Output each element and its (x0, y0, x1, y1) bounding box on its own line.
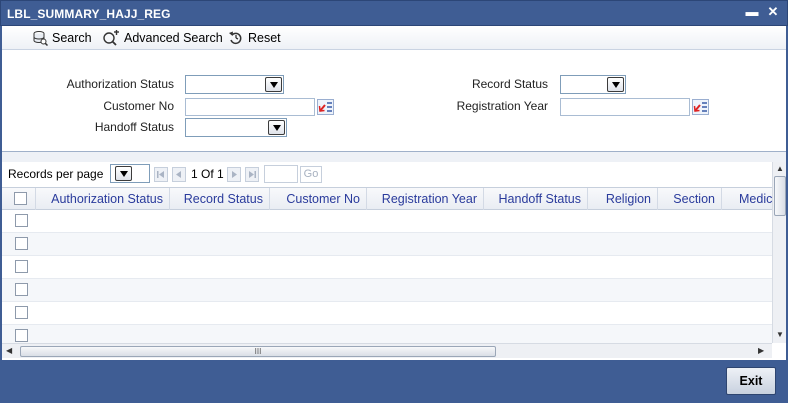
column-header[interactable]: Authorization Status (36, 188, 170, 210)
chevron-down-icon (607, 77, 624, 92)
column-header[interactable]: Customer No (270, 188, 367, 210)
next-page-button[interactable] (227, 167, 241, 182)
first-page-button[interactable] (154, 167, 168, 182)
close-button[interactable]: ✕ (765, 4, 781, 20)
grid-header: Authorization Status Record Status Custo… (2, 188, 772, 210)
records-per-page-label: Records per page (8, 167, 104, 181)
advanced-search-label: Advanced Search (124, 31, 223, 45)
row-checkbox[interactable] (15, 283, 28, 296)
toolbar: Search Advanced Search Reset (2, 26, 786, 50)
scroll-left-icon[interactable]: ◀ (6, 346, 12, 355)
first-page-icon (157, 171, 164, 178)
search-button[interactable]: Search (32, 29, 92, 47)
column-header[interactable]: Medic (722, 188, 772, 210)
scroll-down-icon[interactable]: ▼ (776, 330, 784, 339)
column-header[interactable]: Record Status (170, 188, 270, 210)
column-header[interactable]: Religion (588, 188, 658, 210)
reset-button[interactable]: Reset (228, 29, 281, 47)
chevron-down-icon (268, 120, 285, 135)
row-checkbox[interactable] (15, 237, 28, 250)
row-checkbox[interactable] (15, 260, 28, 273)
record-status-select[interactable] (560, 75, 626, 94)
go-button[interactable]: Go (300, 166, 322, 183)
chevron-down-icon (115, 166, 132, 181)
vertical-scrollbar[interactable]: ▲ ▼ (772, 162, 786, 343)
reset-label: Reset (248, 31, 281, 45)
row-checkbox[interactable] (15, 329, 28, 342)
table-row[interactable] (2, 279, 772, 302)
search-criteria-panel: Authorization Status Record Status Custo… (2, 50, 786, 152)
search-icon (33, 31, 48, 46)
table-row[interactable] (2, 210, 772, 233)
customer-no-lov-icon[interactable] (317, 99, 334, 115)
last-page-icon (249, 171, 256, 178)
search-label: Search (52, 31, 92, 45)
registration-year-label: Registration Year (456, 99, 548, 113)
record-status-label: Record Status (471, 77, 548, 91)
minimize-button[interactable]: ▬ (744, 4, 760, 20)
column-header[interactable]: Section (658, 188, 722, 210)
table-row[interactable] (2, 233, 772, 256)
authorization-status-select[interactable] (185, 75, 284, 94)
exit-button[interactable]: Exit (726, 367, 776, 395)
section-separator (2, 152, 786, 162)
row-checkbox[interactable] (15, 214, 28, 227)
records-per-page-select[interactable]: 15 (110, 164, 150, 183)
footer-bar: Exit (0, 360, 788, 403)
previous-page-icon (176, 171, 181, 178)
authorization-status-label: Authorization Status (66, 77, 174, 91)
table-row[interactable] (2, 256, 772, 279)
horizontal-scroll-thumb[interactable]: III (20, 346, 496, 357)
horizontal-scrollbar[interactable]: ◀ III ▶ (2, 343, 772, 358)
registration-year-input[interactable] (560, 98, 690, 116)
chevron-down-icon (265, 77, 282, 92)
last-page-button[interactable] (245, 167, 259, 182)
previous-page-button[interactable] (172, 167, 186, 182)
window-title: LBL_SUMMARY_HAJJ_REG (7, 7, 171, 21)
advanced-search-button[interactable]: Advanced Search (102, 29, 223, 47)
results-grid: Authorization Status Record Status Custo… (2, 187, 772, 343)
pagination-bar: Records per page 15 1 Of 1 Go (2, 162, 772, 186)
row-checkbox[interactable] (15, 306, 28, 319)
reset-icon (229, 31, 242, 45)
goto-page-input[interactable] (264, 165, 298, 183)
next-page-icon (232, 171, 237, 178)
window-titlebar: LBL_SUMMARY_HAJJ_REG ▬ ✕ (0, 0, 788, 26)
scroll-right-icon[interactable]: ▶ (758, 346, 764, 355)
select-all-checkbox[interactable] (14, 192, 27, 205)
customer-no-input[interactable] (185, 98, 315, 116)
vertical-scroll-thumb[interactable] (774, 176, 786, 216)
advanced-search-icon (103, 30, 119, 46)
column-header[interactable]: Handoff Status (484, 188, 588, 210)
select-all-cell (2, 188, 36, 210)
column-header[interactable]: Registration Year (367, 188, 484, 210)
handoff-status-label: Handoff Status (94, 120, 174, 134)
registration-year-lov-icon[interactable] (692, 99, 709, 115)
page-info: 1 Of 1 (191, 167, 224, 181)
table-row[interactable] (2, 325, 772, 343)
scroll-up-icon[interactable]: ▲ (776, 164, 784, 173)
customer-no-label: Customer No (103, 99, 174, 113)
table-row[interactable] (2, 302, 772, 325)
handoff-status-select[interactable] (185, 118, 287, 137)
